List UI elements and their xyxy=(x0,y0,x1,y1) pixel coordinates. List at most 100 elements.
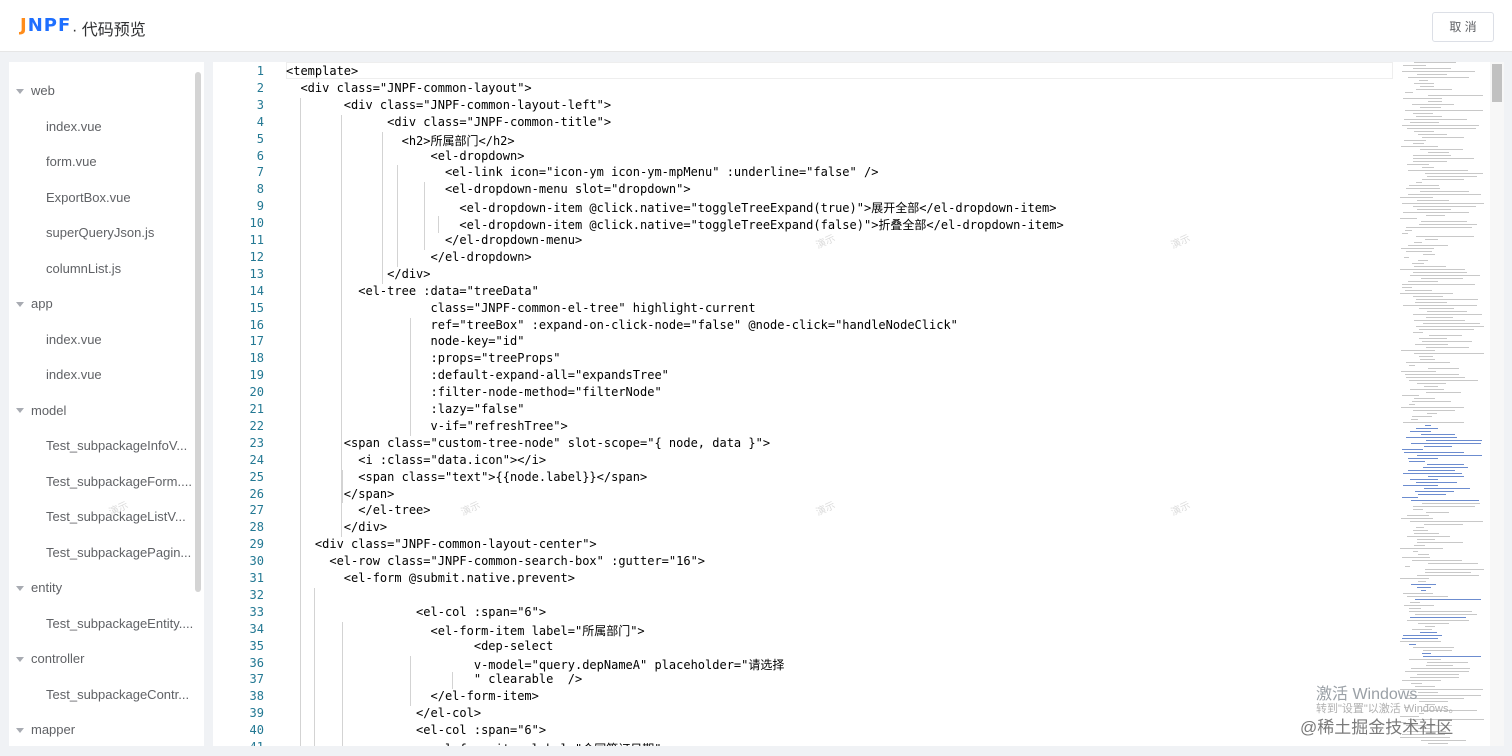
minimap-line xyxy=(1416,299,1478,300)
tree-folder-item[interactable]: mapper xyxy=(9,718,75,742)
code-line[interactable]: <el-tree :data="treeData" xyxy=(286,284,539,298)
tree-file-item[interactable]: columnList.js xyxy=(46,257,196,281)
code-line[interactable]: ref="treeBox" :expand-on-click-node="fal… xyxy=(286,318,957,332)
tree-item-label: Test_subpackageForm.... xyxy=(46,473,192,489)
minimap-line xyxy=(1428,95,1483,96)
code-line[interactable]: <el-col :span="6"> xyxy=(286,605,546,619)
tree-file-item[interactable]: Test_subpackageContr... xyxy=(46,683,196,707)
code-line[interactable]: <el-col :span="6"> xyxy=(286,723,546,737)
minimap-line xyxy=(1410,431,1431,432)
minimap-line xyxy=(1426,440,1482,441)
page-title: · 代码预览 xyxy=(72,22,146,39)
tree-item-label: index.vue xyxy=(46,367,102,382)
tree-folder-item[interactable]: web xyxy=(9,79,55,103)
code-line[interactable]: <div class="JNPF-common-layout-center"> xyxy=(286,537,597,551)
code-line[interactable]: </div> xyxy=(286,267,430,281)
code-line[interactable]: class="JNPF-common-el-tree" highlight-cu… xyxy=(286,301,755,315)
code-line[interactable]: <span class="custom-tree-node" slot-scop… xyxy=(286,436,770,450)
editor-scrollbar[interactable] xyxy=(1490,62,1504,746)
minimap-line xyxy=(1414,320,1465,321)
indent-guide xyxy=(397,165,398,267)
tree-file-item[interactable]: ExportBox.vue xyxy=(46,186,196,210)
code-line[interactable]: <el-dropdown-menu slot="dropdown"> xyxy=(286,182,691,196)
code-line[interactable]: <el-dropdown> xyxy=(286,149,524,163)
code-editor[interactable]: 1 2 3 4 5 6 7 8 9 10 11 12 13 14 15 16 17 18 19 20 21 22 23 24 2… xyxy=(213,62,1504,746)
minimap-line xyxy=(1403,212,1469,213)
tree-file-item[interactable]: superQueryJson.js xyxy=(46,221,196,245)
code-line[interactable]: v-if="refreshTree"> xyxy=(286,419,567,433)
minimap[interactable] xyxy=(1400,62,1490,746)
tree-folder-item[interactable]: model xyxy=(9,399,66,423)
code-line[interactable]: </div> xyxy=(286,520,387,534)
code-line[interactable]: <div class="JNPF-common-layout"> xyxy=(286,81,531,95)
line-number: 24 xyxy=(249,452,264,467)
minimap-line xyxy=(1403,485,1438,486)
code-line[interactable]: <dep-select xyxy=(286,639,553,653)
tree-file-item[interactable]: form.vue xyxy=(46,150,196,174)
line-number: 26 xyxy=(249,486,264,501)
minimap-line xyxy=(1402,203,1484,204)
minimap-line xyxy=(1427,176,1477,177)
line-number: 32 xyxy=(249,587,264,602)
code-line[interactable]: <template> xyxy=(286,64,358,78)
minimap-line xyxy=(1411,419,1418,420)
minimap-line xyxy=(1404,452,1464,453)
tree-file-item[interactable]: Test_subpackageForm.... xyxy=(46,470,196,494)
code-line[interactable]: node-key="id" xyxy=(286,334,524,348)
code-line[interactable]: <i :class="data.icon"></i> xyxy=(286,453,546,467)
code-line[interactable]: </el-dropdown-menu> xyxy=(286,233,582,247)
code-line[interactable]: <el-row class="JNPF-common-search-box" :… xyxy=(286,554,705,568)
code-line[interactable]: <el-form @submit.native.prevent> xyxy=(286,571,575,585)
code-line[interactable]: </el-tree> xyxy=(286,503,430,517)
code-line[interactable]: v-model="query.depNameA" placeholder="请选… xyxy=(286,656,785,673)
tree-folder-item[interactable]: app xyxy=(9,292,53,316)
code-line[interactable]: </el-dropdown> xyxy=(286,250,531,264)
code-line[interactable]: " clearable /> xyxy=(286,672,582,686)
minimap-line xyxy=(1404,119,1467,120)
minimap-line xyxy=(1427,464,1464,465)
code-line[interactable]: <el-form-item label="合同签订日期"> xyxy=(286,740,668,746)
minimap-line xyxy=(1421,590,1426,591)
code-line[interactable]: <div class="JNPF-common-title"> xyxy=(286,115,611,129)
minimap-line xyxy=(1410,521,1483,522)
tree-file-item[interactable]: index.vue xyxy=(46,363,196,387)
minimap-line xyxy=(1401,146,1438,147)
code-line[interactable]: <h2>所属部门</h2> xyxy=(286,132,515,149)
code-line[interactable]: <div class="JNPF-common-layout-left"> xyxy=(286,98,611,112)
line-number: 25 xyxy=(249,469,264,484)
tree-file-item[interactable]: Test_subpackageEntity.... xyxy=(46,612,196,636)
minimap-line xyxy=(1401,350,1435,351)
minimap-line xyxy=(1423,656,1481,657)
code-line[interactable]: <el-dropdown-item @click.native="toggleT… xyxy=(286,216,1063,233)
minimap-line xyxy=(1400,293,1453,294)
minimap-line xyxy=(1423,323,1480,324)
tree-file-item[interactable]: index.vue xyxy=(46,328,196,352)
tree-folder-item[interactable]: controller xyxy=(9,647,84,671)
code-line[interactable]: <el-form-item label="所属部门"> xyxy=(286,622,644,639)
minimap-line xyxy=(1402,449,1423,450)
code-line[interactable]: :default-expand-all="expandsTree" xyxy=(286,368,668,382)
editor-scrollbar-thumb[interactable] xyxy=(1492,64,1502,102)
code-line[interactable]: </el-col> xyxy=(286,706,481,720)
minimap-line xyxy=(1400,269,1465,270)
code-line[interactable]: </el-form-item> xyxy=(286,689,538,703)
minimap-line xyxy=(1410,602,1420,603)
code-line[interactable]: :filter-node-method="filterNode" xyxy=(286,385,661,399)
tree-item-label: form.vue xyxy=(46,154,97,169)
code-line[interactable]: :props="treeProps" xyxy=(286,351,560,365)
line-number: 21 xyxy=(249,402,264,416)
tree-item-label: mapper xyxy=(31,722,76,737)
tree-folder-item[interactable]: entity xyxy=(9,576,62,600)
code-line[interactable]: <el-link icon="icon-ym icon-ym-mpMenu" :… xyxy=(286,165,878,179)
tree-file-item[interactable]: index.vue xyxy=(46,115,196,139)
line-number: 1 xyxy=(256,64,264,78)
minimap-line xyxy=(1421,434,1455,435)
minimap-line xyxy=(1416,116,1442,117)
tree-item-label: ExportBox.vue xyxy=(46,189,131,205)
code-line[interactable]: <el-dropdown-item @click.native="toggleT… xyxy=(286,199,1056,216)
tree-file-item[interactable]: Test_subpackagePagin... xyxy=(46,541,196,565)
minimap-line xyxy=(1402,284,1475,285)
tree-file-item[interactable]: Test_subpackageInfoV... xyxy=(46,434,196,458)
code-line[interactable]: :lazy="false" xyxy=(286,402,524,416)
cancel-button[interactable]: 取 消 xyxy=(1432,12,1494,42)
